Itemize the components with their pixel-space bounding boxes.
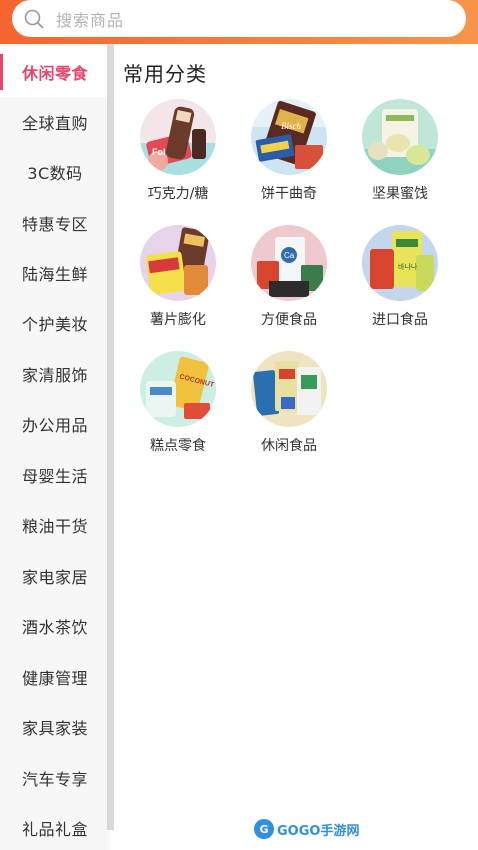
sidebar-item-gifts[interactable]: 礼品礼盒 [0,803,110,850]
imported-food-image: 바나나 [362,225,438,301]
category-instant[interactable]: Ca 方便食品 [234,225,344,345]
sidebar-item-snacks[interactable]: 休闲零食 [0,47,110,97]
sidebar-item-grain[interactable]: 粮油干货 [0,500,110,550]
sidebar-item-label: 休闲零食 [21,64,88,83]
sidebar-item-3c[interactable]: 3C数码 [0,147,110,197]
top-bar: 搜索商品 [0,0,478,44]
sidebar-item-furniture[interactable]: 家具家装 [0,702,110,752]
watermark: G GOGO手游网 [254,818,359,840]
category-biscuit[interactable]: Bisch 饼干曲奇 [234,99,344,219]
instant-food-image: Ca [251,225,327,301]
category-imported[interactable]: 바나나 进口食品 [345,225,455,345]
category-chips[interactable]: 薯片膨化 [123,225,233,345]
category-label: 坚果蜜饯 [372,186,428,202]
category-pastry[interactable]: COCONUT 糕点零食 [123,351,233,471]
sidebar-item-beauty[interactable]: 个护美妆 [0,298,110,348]
biscuit-cookie-image: Bisch [251,99,327,175]
sidebar-item-label: 健康管理 [21,669,88,688]
nuts-dried-fruit-image [362,99,438,175]
sidebar-item-label: 家电家居 [21,568,88,587]
category-label: 进口食品 [372,312,428,328]
category-sidebar: 休闲零食 全球直购 3C数码 特惠专区 陆海生鲜 个护美妆 家清服饰 办公用品 … [0,44,110,850]
sidebar-item-label: 家具家装 [21,719,88,738]
category-leisure[interactable]: 休闲食品 [234,351,344,471]
category-nuts[interactable]: 坚果蜜饯 [345,99,455,219]
sidebar-item-label: 粮油干货 [21,517,88,536]
category-label: 糕点零食 [150,438,206,454]
gogo-logo-icon: G [254,819,274,839]
sidebar-item-auto[interactable]: 汽车专享 [0,753,110,803]
sidebar-item-label: 家清服饰 [21,366,88,385]
category-label: 方便食品 [261,312,317,328]
sidebar-item-appliance[interactable]: 家电家居 [0,551,110,601]
section-title: 常用分类 [123,62,207,86]
potato-chips-image [140,225,216,301]
sidebar-item-label: 酒水茶饮 [21,618,88,637]
sidebar-item-label: 3C数码 [27,164,83,183]
svg-text:Ca: Ca [284,251,295,260]
sidebar-item-label: 全球直购 [21,114,88,133]
sidebar-item-baby[interactable]: 母婴生活 [0,450,110,500]
category-label: 饼干曲奇 [261,186,317,202]
sidebar-item-deals[interactable]: 特惠专区 [0,198,110,248]
category-label: 巧克力/糖 [147,186,209,202]
sidebar-item-label: 办公用品 [21,416,88,435]
sidebar-item-office[interactable]: 办公用品 [0,399,110,449]
pastry-snack-image: COCONUT [140,351,216,427]
category-label: 休闲食品 [261,438,317,454]
category-label: 薯片膨化 [150,312,206,328]
category-chocolate[interactable]: Fol 巧克力/糖 [123,99,233,219]
sidebar-item-apparel[interactable]: 家清服饰 [0,349,110,399]
sidebar-item-label: 母婴生活 [21,467,88,486]
sidebar-item-label: 个护美妆 [21,315,88,334]
search-icon [24,9,44,28]
chocolate-candy-image: Fol [140,99,216,175]
sidebar-item-fresh[interactable]: 陆海生鲜 [0,248,110,298]
search-placeholder: 搜索商品 [56,10,125,30]
svg-text:Bisch: Bisch [281,121,301,131]
sidebar-scrollbar[interactable] [107,44,114,830]
sidebar-item-global[interactable]: 全球直购 [0,97,110,147]
sidebar-item-label: 陆海生鲜 [21,265,88,284]
sidebar-item-label: 特惠专区 [21,215,88,234]
svg-text:바나나: 바나나 [398,262,418,271]
watermark-text: GOGO手游网 [277,823,360,839]
svg-text:Fol: Fol [152,147,166,157]
sidebar-item-label: 礼品礼盒 [21,820,88,839]
active-indicator [0,54,3,90]
search-input[interactable]: 搜索商品 [12,0,466,37]
sidebar-item-health[interactable]: 健康管理 [0,652,110,702]
sidebar-item-label: 汽车专享 [21,770,88,789]
sidebar-item-drinks[interactable]: 酒水茶饮 [0,601,110,651]
leisure-food-image [251,351,327,427]
